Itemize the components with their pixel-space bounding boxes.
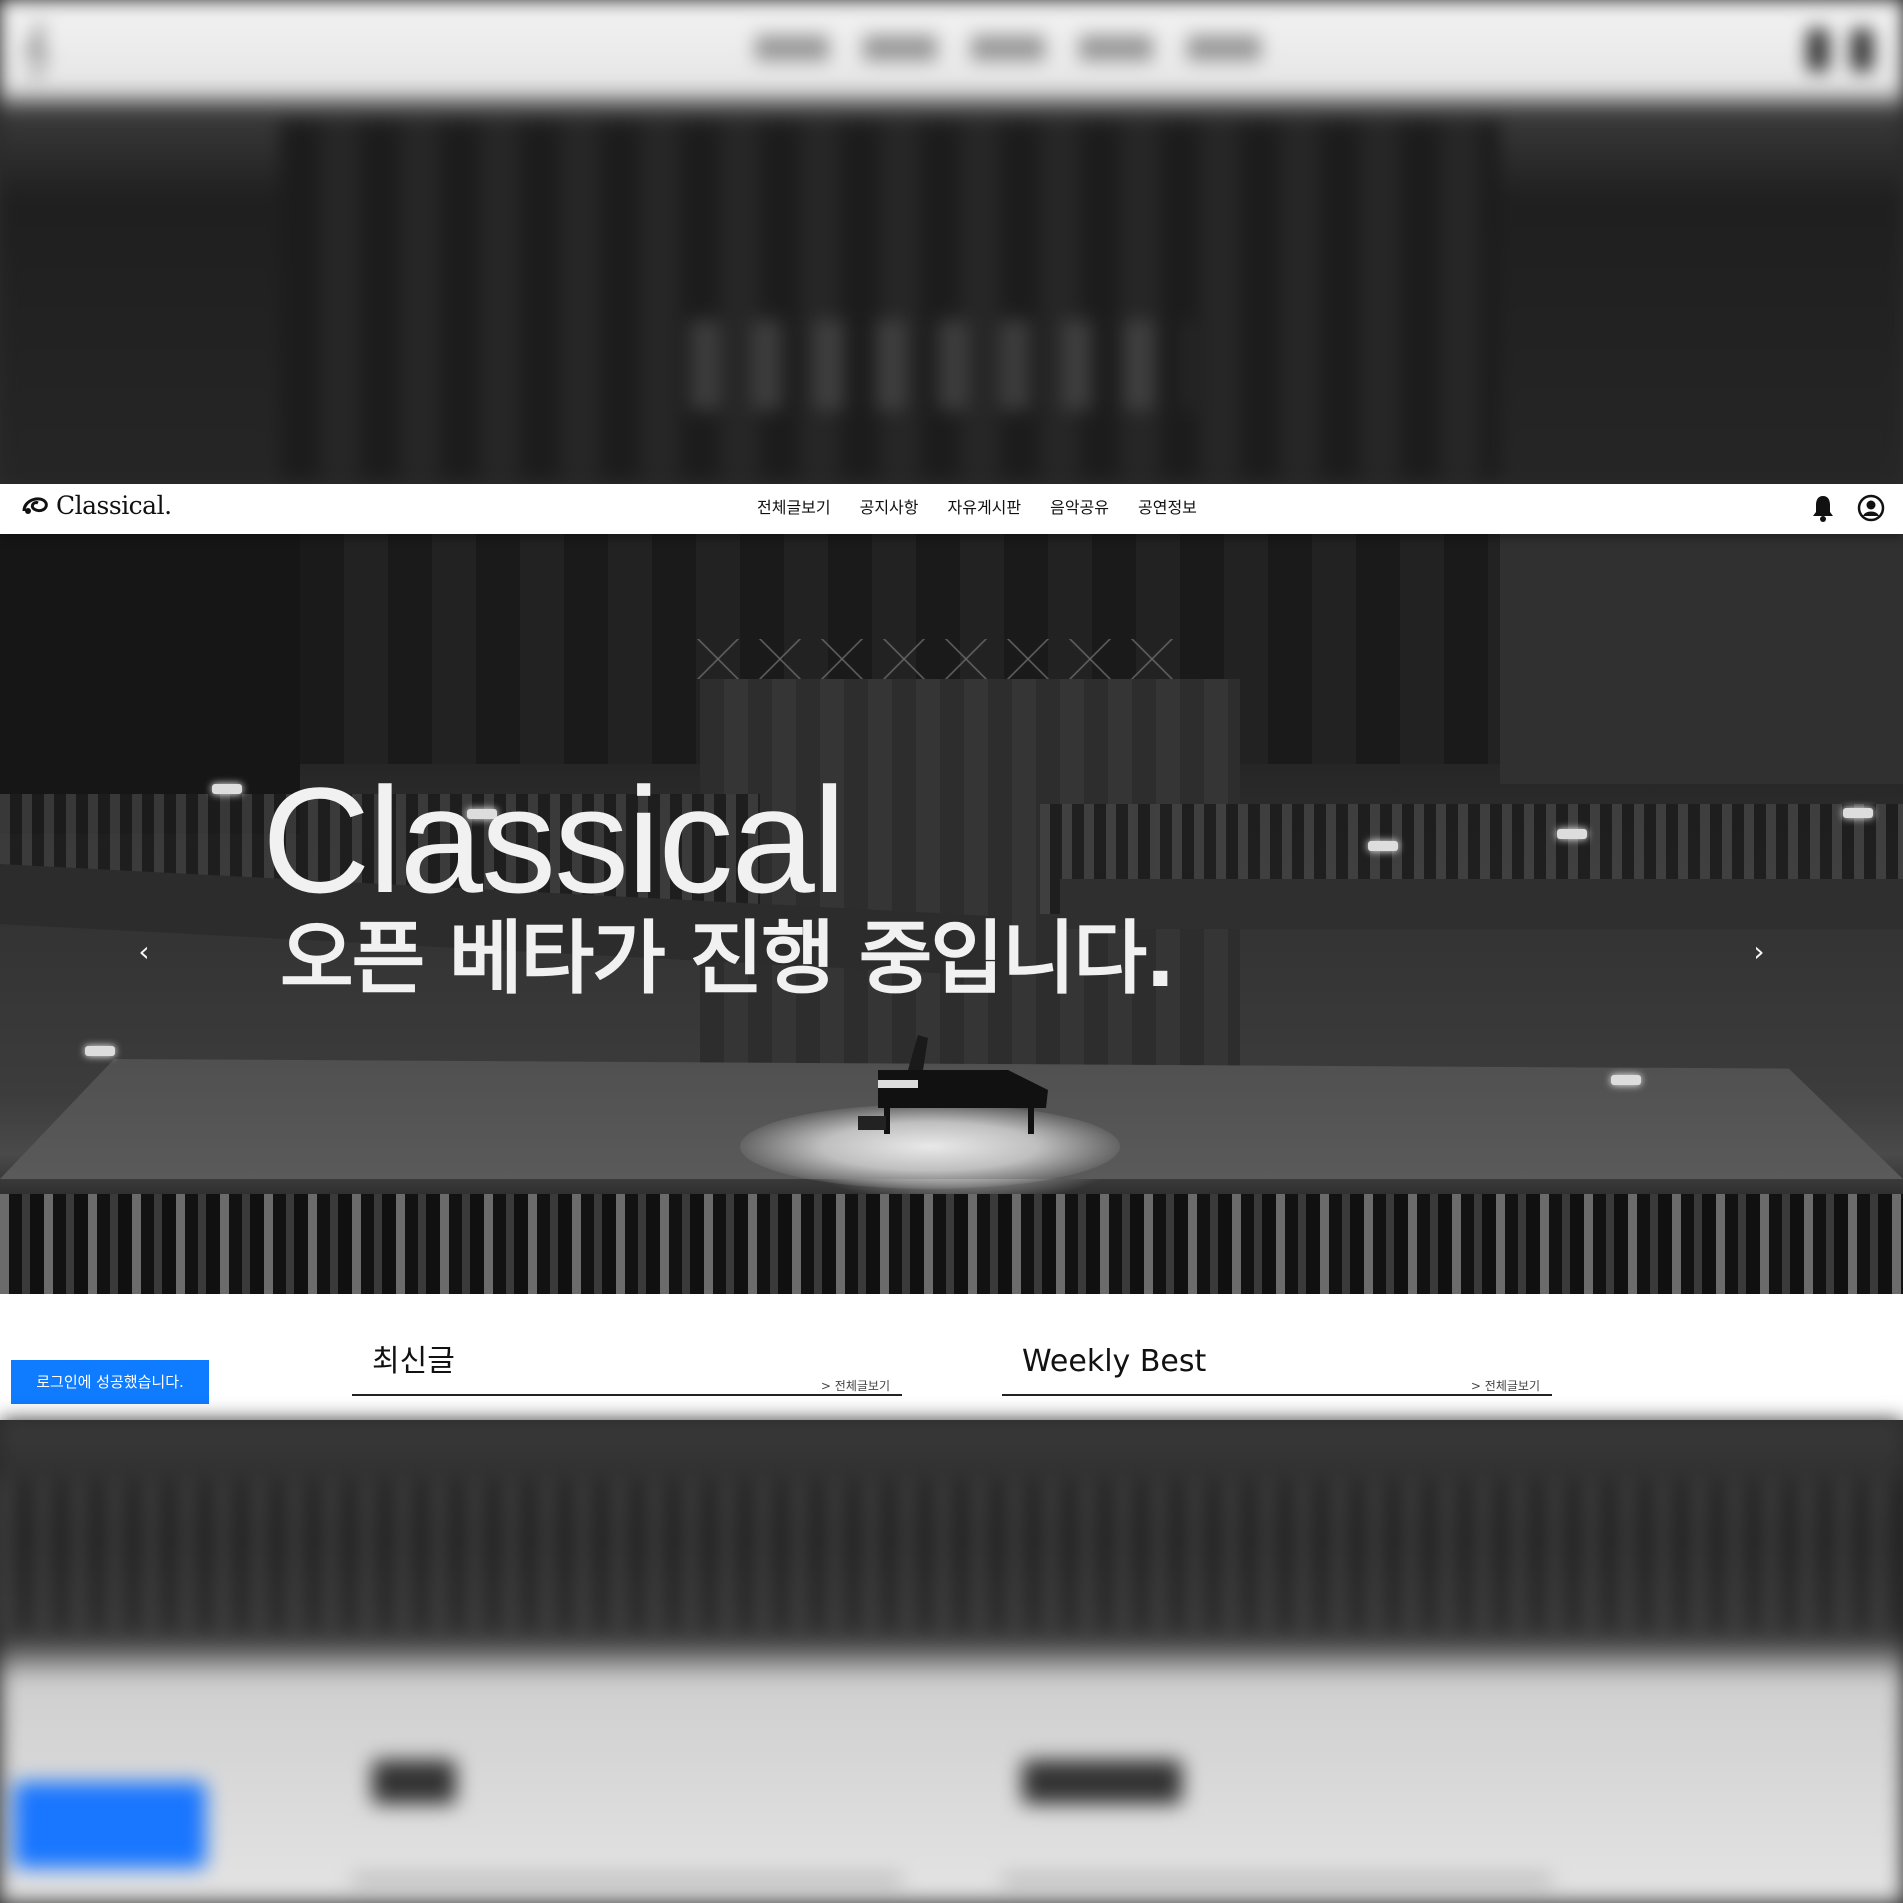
lamp-4 xyxy=(1368,841,1398,851)
main-nav: 전체글보기 공지사항 자유게시판 음악공유 공연정보 xyxy=(757,498,1197,518)
blurred-best-line xyxy=(1002,1878,1552,1882)
blurred-best-title xyxy=(1022,1760,1182,1804)
lamp-7 xyxy=(1611,1075,1641,1085)
nav-concert-info[interactable]: 공연정보 xyxy=(1138,498,1197,518)
latest-posts-title: 최신글 xyxy=(372,1344,455,1379)
lamp-5 xyxy=(1557,829,1587,839)
blurred-curtain xyxy=(280,120,1500,480)
nav-notice[interactable]: 공지사항 xyxy=(860,498,919,518)
header: Classical. 전체글보기 공지사항 자유게시판 음악공유 공연정보 xyxy=(0,484,1903,534)
hall-right-tower xyxy=(1500,534,1903,784)
hero-title: Classical xyxy=(262,756,846,924)
blurred-latest-title xyxy=(372,1760,456,1804)
lamp-1 xyxy=(212,784,242,794)
audience-front xyxy=(0,1194,1903,1294)
logo[interactable]: Classical. xyxy=(20,491,172,521)
lamp-3 xyxy=(85,1046,115,1056)
piano-image xyxy=(858,1035,1048,1134)
hero-banner: Classical 오픈 베타가 진행 중입니다. ‹ › xyxy=(0,534,1903,1294)
balcony-rail-right xyxy=(1060,879,1903,929)
page: Classical. 전체글보기 공지사항 자유게시판 음악공유 공연정보 Cl… xyxy=(0,484,1903,1420)
nav-music-share[interactable]: 음악공유 xyxy=(1050,498,1109,518)
weekly-best-title: Weekly Best xyxy=(1022,1344,1207,1379)
blurred-background-bottom xyxy=(0,1420,1903,1903)
nav-free-board[interactable]: 자유게시판 xyxy=(948,498,1022,518)
blurred-background-top: 𝄞 xyxy=(0,0,1903,484)
blurred-logo: 𝄞 xyxy=(22,23,50,74)
login-success-toast: 로그인에 성공했습니다. xyxy=(11,1360,209,1404)
header-icons xyxy=(1809,493,1885,523)
logo-text: Classical. xyxy=(56,491,172,520)
nav-all-posts[interactable]: 전체글보기 xyxy=(757,498,831,518)
stage-decor xyxy=(690,639,1180,679)
chevron-left-icon[interactable]: ‹ xyxy=(130,938,158,966)
weekly-best-section: Weekly Best > 전체글보기 xyxy=(1002,1334,1552,1396)
hall-left-tower xyxy=(0,534,300,834)
blurred-toast xyxy=(14,1782,206,1868)
latest-view-all-link[interactable]: > 전체글보기 xyxy=(821,1377,890,1394)
blurred-audience xyxy=(0,1480,1903,1630)
blurred-stage-decor xyxy=(690,320,1190,410)
hero-subtitle: 오픈 베타가 진행 중입니다. xyxy=(280,912,1176,1005)
blurred-nav xyxy=(755,35,1261,61)
latest-posts-section: 최신글 > 전체글보기 xyxy=(352,1334,902,1396)
lamp-6 xyxy=(1843,808,1873,818)
weekly-best-view-all-link[interactable]: > 전체글보기 xyxy=(1471,1377,1540,1394)
user-icon[interactable] xyxy=(1857,493,1885,523)
blurred-icons xyxy=(1807,28,1873,72)
blurred-latest-line xyxy=(352,1878,902,1882)
chevron-right-icon[interactable]: › xyxy=(1745,938,1773,966)
bell-icon[interactable] xyxy=(1809,493,1837,523)
logo-icon xyxy=(22,497,48,514)
